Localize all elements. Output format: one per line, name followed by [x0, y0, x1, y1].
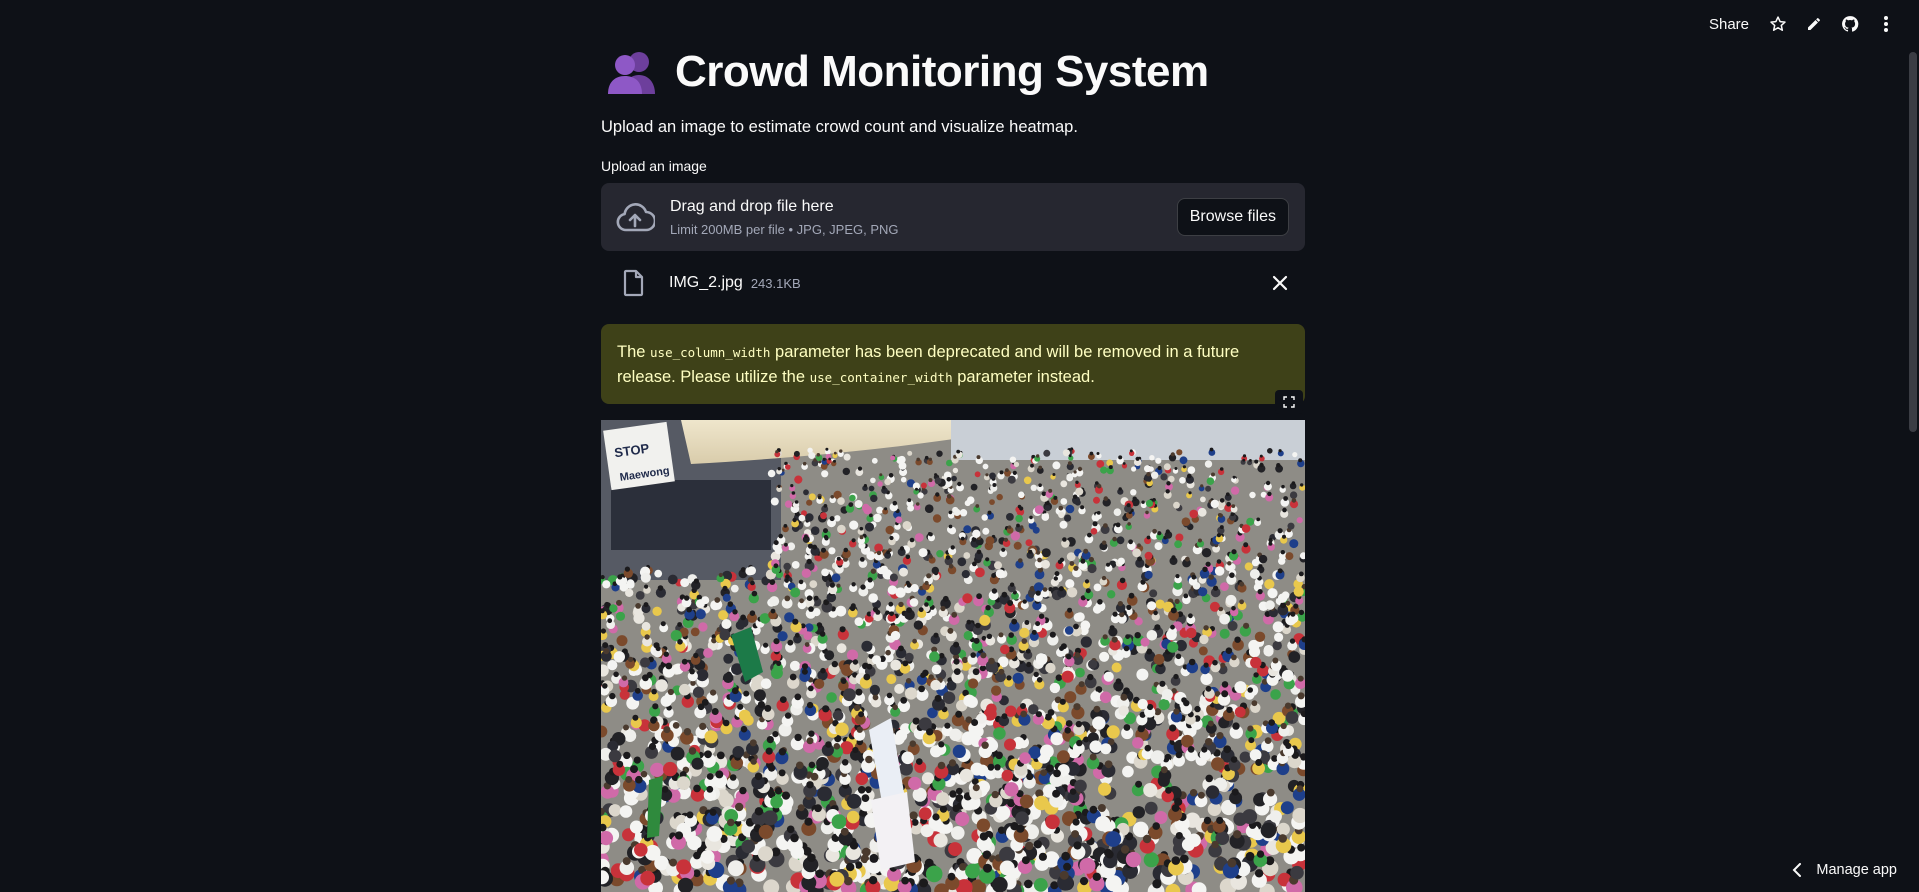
- more-vertical-icon[interactable]: [1875, 13, 1897, 35]
- star-icon[interactable]: [1767, 13, 1789, 35]
- warning-code-1: use_column_width: [650, 345, 771, 360]
- deprecation-warning: The use_column_width parameter has been …: [601, 324, 1305, 404]
- share-button[interactable]: Share: [1709, 16, 1749, 33]
- browse-files-button[interactable]: Browse files: [1176, 198, 1289, 236]
- crowd-photo: STOP Maewong: [601, 420, 1305, 892]
- manage-app-label: Manage app: [1816, 862, 1897, 878]
- pencil-icon[interactable]: [1803, 13, 1825, 35]
- warning-code-2: use_container_width: [809, 370, 953, 385]
- chevron-left-icon: [1792, 863, 1802, 877]
- fullscreen-button[interactable]: [1275, 390, 1303, 414]
- uploaded-file-size: 243.1KB: [750, 275, 801, 291]
- streamlit-app: Share Crowd Monitoring System Upload an …: [0, 0, 1919, 892]
- dropzone-limit: Limit 200MB per file • JPG, JPEG, PNG: [670, 221, 899, 237]
- warning-text-1: The: [617, 343, 651, 361]
- header-toolbar: Share: [1709, 12, 1897, 36]
- cloud-upload-icon: [615, 197, 657, 237]
- page-title: Crowd Monitoring System: [675, 47, 1209, 96]
- stop-sign-banner: STOP Maewong: [603, 421, 675, 491]
- file-dropzone[interactable]: Drag and drop file here Limit 200MB per …: [601, 183, 1305, 251]
- page-scrollbar[interactable]: [1909, 52, 1917, 432]
- people-silhouette-icon: [605, 48, 661, 96]
- manage-app-button[interactable]: Manage app: [1792, 862, 1897, 878]
- uploaded-file-name: IMG_2.jpg: [669, 274, 743, 291]
- github-icon[interactable]: [1839, 13, 1861, 35]
- uploader-label: Upload an image: [601, 158, 707, 174]
- expand-icon: [1283, 396, 1295, 408]
- dropzone-title: Drag and drop file here: [670, 197, 834, 215]
- file-icon: [623, 269, 645, 297]
- uploaded-crowd-image: STOP Maewong: [601, 420, 1305, 892]
- page-subtitle: Upload an image to estimate crowd count …: [601, 118, 1078, 136]
- main-content: Crowd Monitoring System Upload an image …: [601, 0, 1305, 892]
- title-row: Crowd Monitoring System: [601, 44, 1305, 100]
- dropzone-text: Drag and drop file here Limit 200MB per …: [670, 198, 1177, 237]
- remove-file-icon[interactable]: [1271, 274, 1289, 292]
- warning-text-3: parameter instead.: [952, 368, 1095, 386]
- uploaded-file-row: IMG_2.jpg 243.1KB: [601, 265, 1305, 301]
